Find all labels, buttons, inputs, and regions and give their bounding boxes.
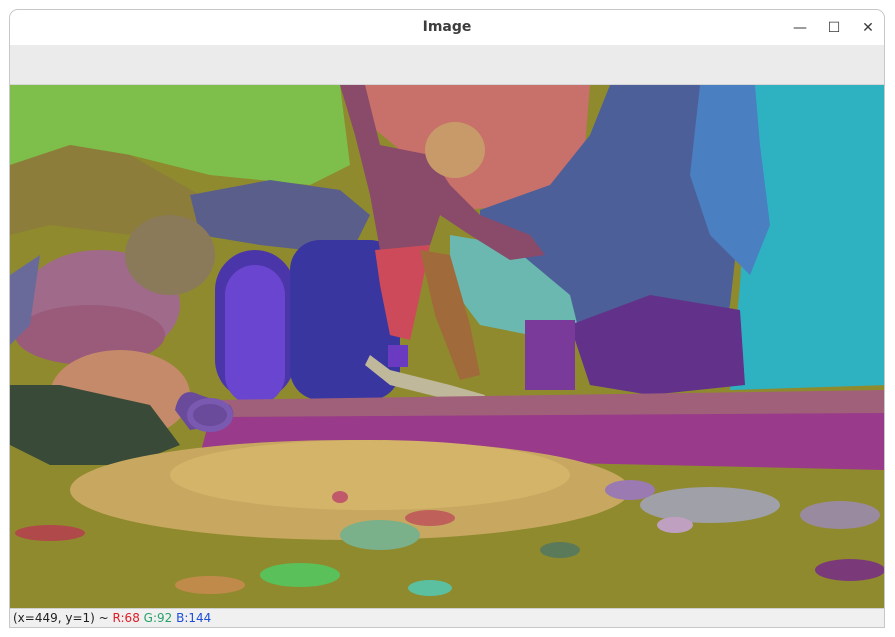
toolbar [10, 45, 884, 85]
segmented-image [10, 85, 884, 608]
window-title: Image [422, 19, 472, 35]
image-canvas[interactable] [10, 85, 884, 608]
status-bar: (x=449, y=1) ~ R:68 G:92 B:144 [10, 608, 884, 627]
title-bar[interactable]: Image — ☐ ✕ [10, 10, 884, 46]
red-value: R:68 [112, 611, 140, 625]
cursor-coordinates: (x=449, y=1) ~ [13, 611, 109, 625]
green-value: G:92 [143, 611, 173, 625]
maximize-icon[interactable]: ☐ [822, 16, 846, 40]
blue-value: B:144 [176, 611, 212, 625]
close-icon[interactable]: ✕ [856, 16, 880, 40]
minimize-icon[interactable]: — [788, 16, 812, 40]
image-window: Image — ☐ ✕ (x=449, y=1) ~ R:68 G:92 B:1… [9, 9, 885, 628]
